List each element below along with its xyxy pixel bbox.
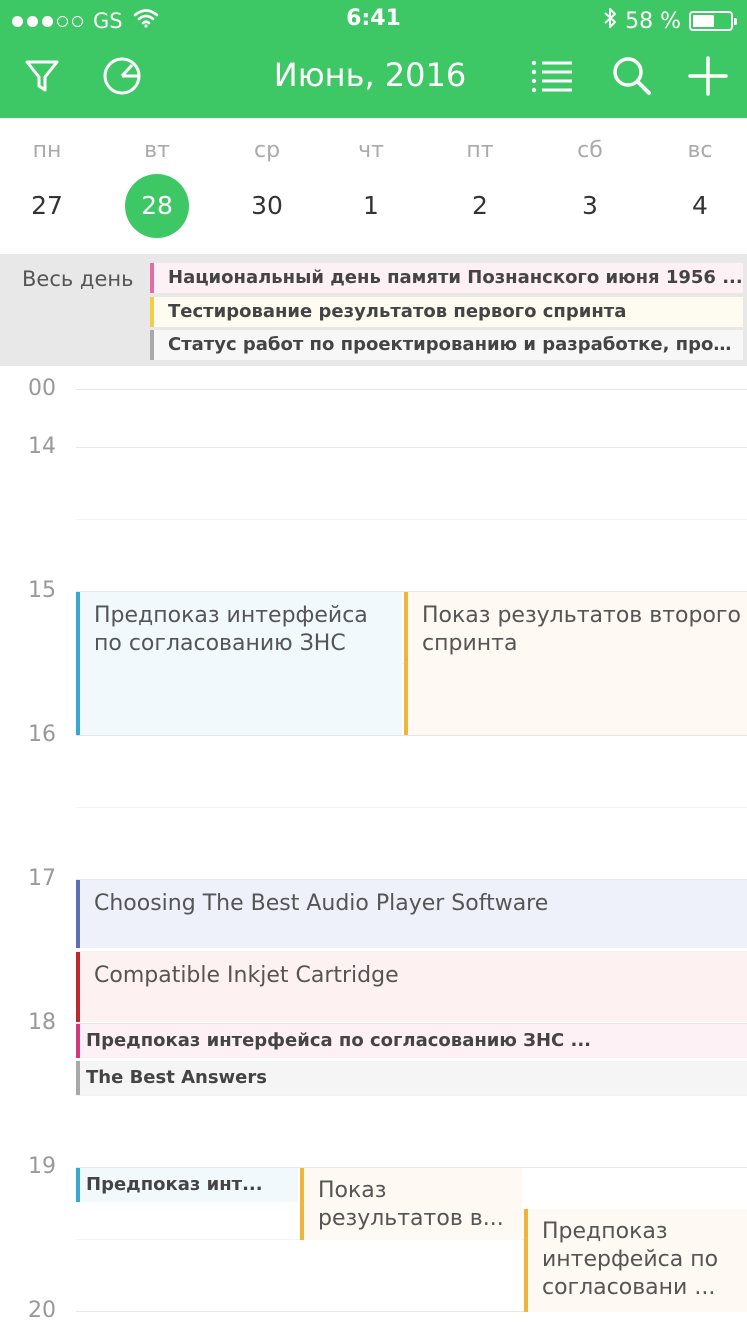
hour-label: 19 (28, 1154, 56, 1179)
day-cell[interactable]: ср 30 (222, 118, 312, 254)
hour-label: 18 (28, 1010, 56, 1035)
search-icon[interactable] (610, 54, 654, 98)
calendar-event[interactable]: Compatible Inkjet Cartridge (76, 952, 747, 1022)
hour-label: 14 (28, 434, 56, 459)
day-number: 28 (125, 174, 189, 238)
filter-icon[interactable] (20, 54, 64, 98)
page-title[interactable]: Июнь, 2016 (230, 56, 510, 94)
week-strip: пн 27 вт 28 ср 30 чт 1 пт 2 сб 3 вс 4 (0, 118, 747, 254)
event-title: Показ результатов в... (318, 1178, 504, 1231)
half-hour-gridline (76, 807, 747, 808)
battery-icon (689, 11, 737, 31)
event-title: Показ результатов второго спринта (422, 603, 741, 656)
day-cell[interactable]: сб 3 (545, 118, 635, 254)
day-number: 3 (582, 191, 598, 220)
all-day-label: Весь день (22, 267, 134, 291)
day-cell[interactable]: пт 2 (435, 118, 525, 254)
hour-gridline (76, 735, 747, 736)
event-title: Предпоказ инт... (86, 1174, 263, 1195)
hour-label: 20 (28, 1298, 56, 1323)
day-name: вт (144, 138, 170, 163)
hour-label: 17 (28, 866, 56, 891)
day-number: 4 (692, 191, 708, 220)
event-title: Предпоказ интерфейса по согласованию ЗНС (94, 603, 368, 656)
day-number: 1 (363, 191, 379, 220)
day-number: 2 (472, 191, 488, 220)
day-name: ср (253, 138, 281, 163)
day-name: сб (577, 138, 603, 163)
pie-chart-icon[interactable] (100, 54, 144, 98)
status-bar: GS 6:41 58 % (0, 0, 747, 40)
list-icon[interactable] (530, 54, 574, 98)
calendar-event[interactable]: Предпоказ интерфейса по согласованию ЗНС (76, 592, 402, 735)
all-day-event[interactable]: Статус работ по проектированию и разрабо… (150, 330, 743, 360)
day-number: 27 (31, 191, 63, 220)
event-title: Choosing The Best Audio Player Software (94, 891, 549, 916)
calendar-event[interactable]: Показ результатов в... (300, 1168, 522, 1240)
plus-icon[interactable] (686, 54, 730, 98)
half-hour-gridline (76, 1095, 747, 1096)
calendar-event[interactable]: The Best Answers (76, 1061, 747, 1095)
app-header: GS 6:41 58 % Июнь, 2016 (0, 0, 747, 118)
day-number: 30 (251, 191, 283, 220)
event-title: Предпоказ интерфейса по согласовани ... (542, 1219, 719, 1300)
day-cell-selected[interactable]: вт 28 (112, 118, 202, 254)
day-name: чт (358, 138, 384, 163)
status-right: 58 % (603, 6, 737, 36)
day-name: пт (466, 138, 494, 163)
event-title: Compatible Inkjet Cartridge (94, 963, 399, 988)
bluetooth-icon (603, 6, 617, 36)
calendar-event[interactable]: Choosing The Best Audio Player Software (76, 880, 747, 948)
event-title: The Best Answers (86, 1067, 267, 1088)
all-day-event[interactable]: Национальный день памяти Познанского июн… (150, 263, 743, 293)
all-day-event[interactable]: Тестирование результатов первого спринта (150, 297, 743, 327)
battery-fill (693, 15, 714, 27)
day-name: вс (687, 138, 713, 163)
day-cell[interactable]: вс 4 (655, 118, 745, 254)
day-cell[interactable]: пн 27 (2, 118, 92, 254)
hour-gridline (76, 389, 747, 390)
half-hour-gridline (76, 519, 747, 520)
hour-label: 00 (28, 376, 56, 401)
calendar-event[interactable]: Предпоказ интерфейса по согласовани ... (524, 1209, 747, 1312)
day-name: пн (32, 138, 62, 163)
calendar-event[interactable]: Предпоказ инт... (76, 1168, 298, 1202)
hour-gridline (76, 447, 747, 448)
hour-label: 16 (28, 722, 56, 747)
event-title: Предпоказ интерфейса по согласованию ЗНС… (86, 1030, 591, 1051)
hour-label: 15 (28, 578, 56, 603)
nav-bar: Июнь, 2016 (0, 44, 747, 108)
day-cell[interactable]: чт 1 (326, 118, 416, 254)
battery-percent: 58 % (625, 8, 681, 34)
calendar-event[interactable]: Показ результатов второго спринта (404, 592, 747, 735)
calendar-event[interactable]: Предпоказ интерфейса по согласованию ЗНС… (76, 1024, 747, 1058)
day-timeline[interactable]: 00 14 15 16 17 18 19 20 Предпоказ интерф… (0, 366, 747, 1332)
all-day-section: Весь день Национальный день памяти Позна… (0, 254, 747, 366)
